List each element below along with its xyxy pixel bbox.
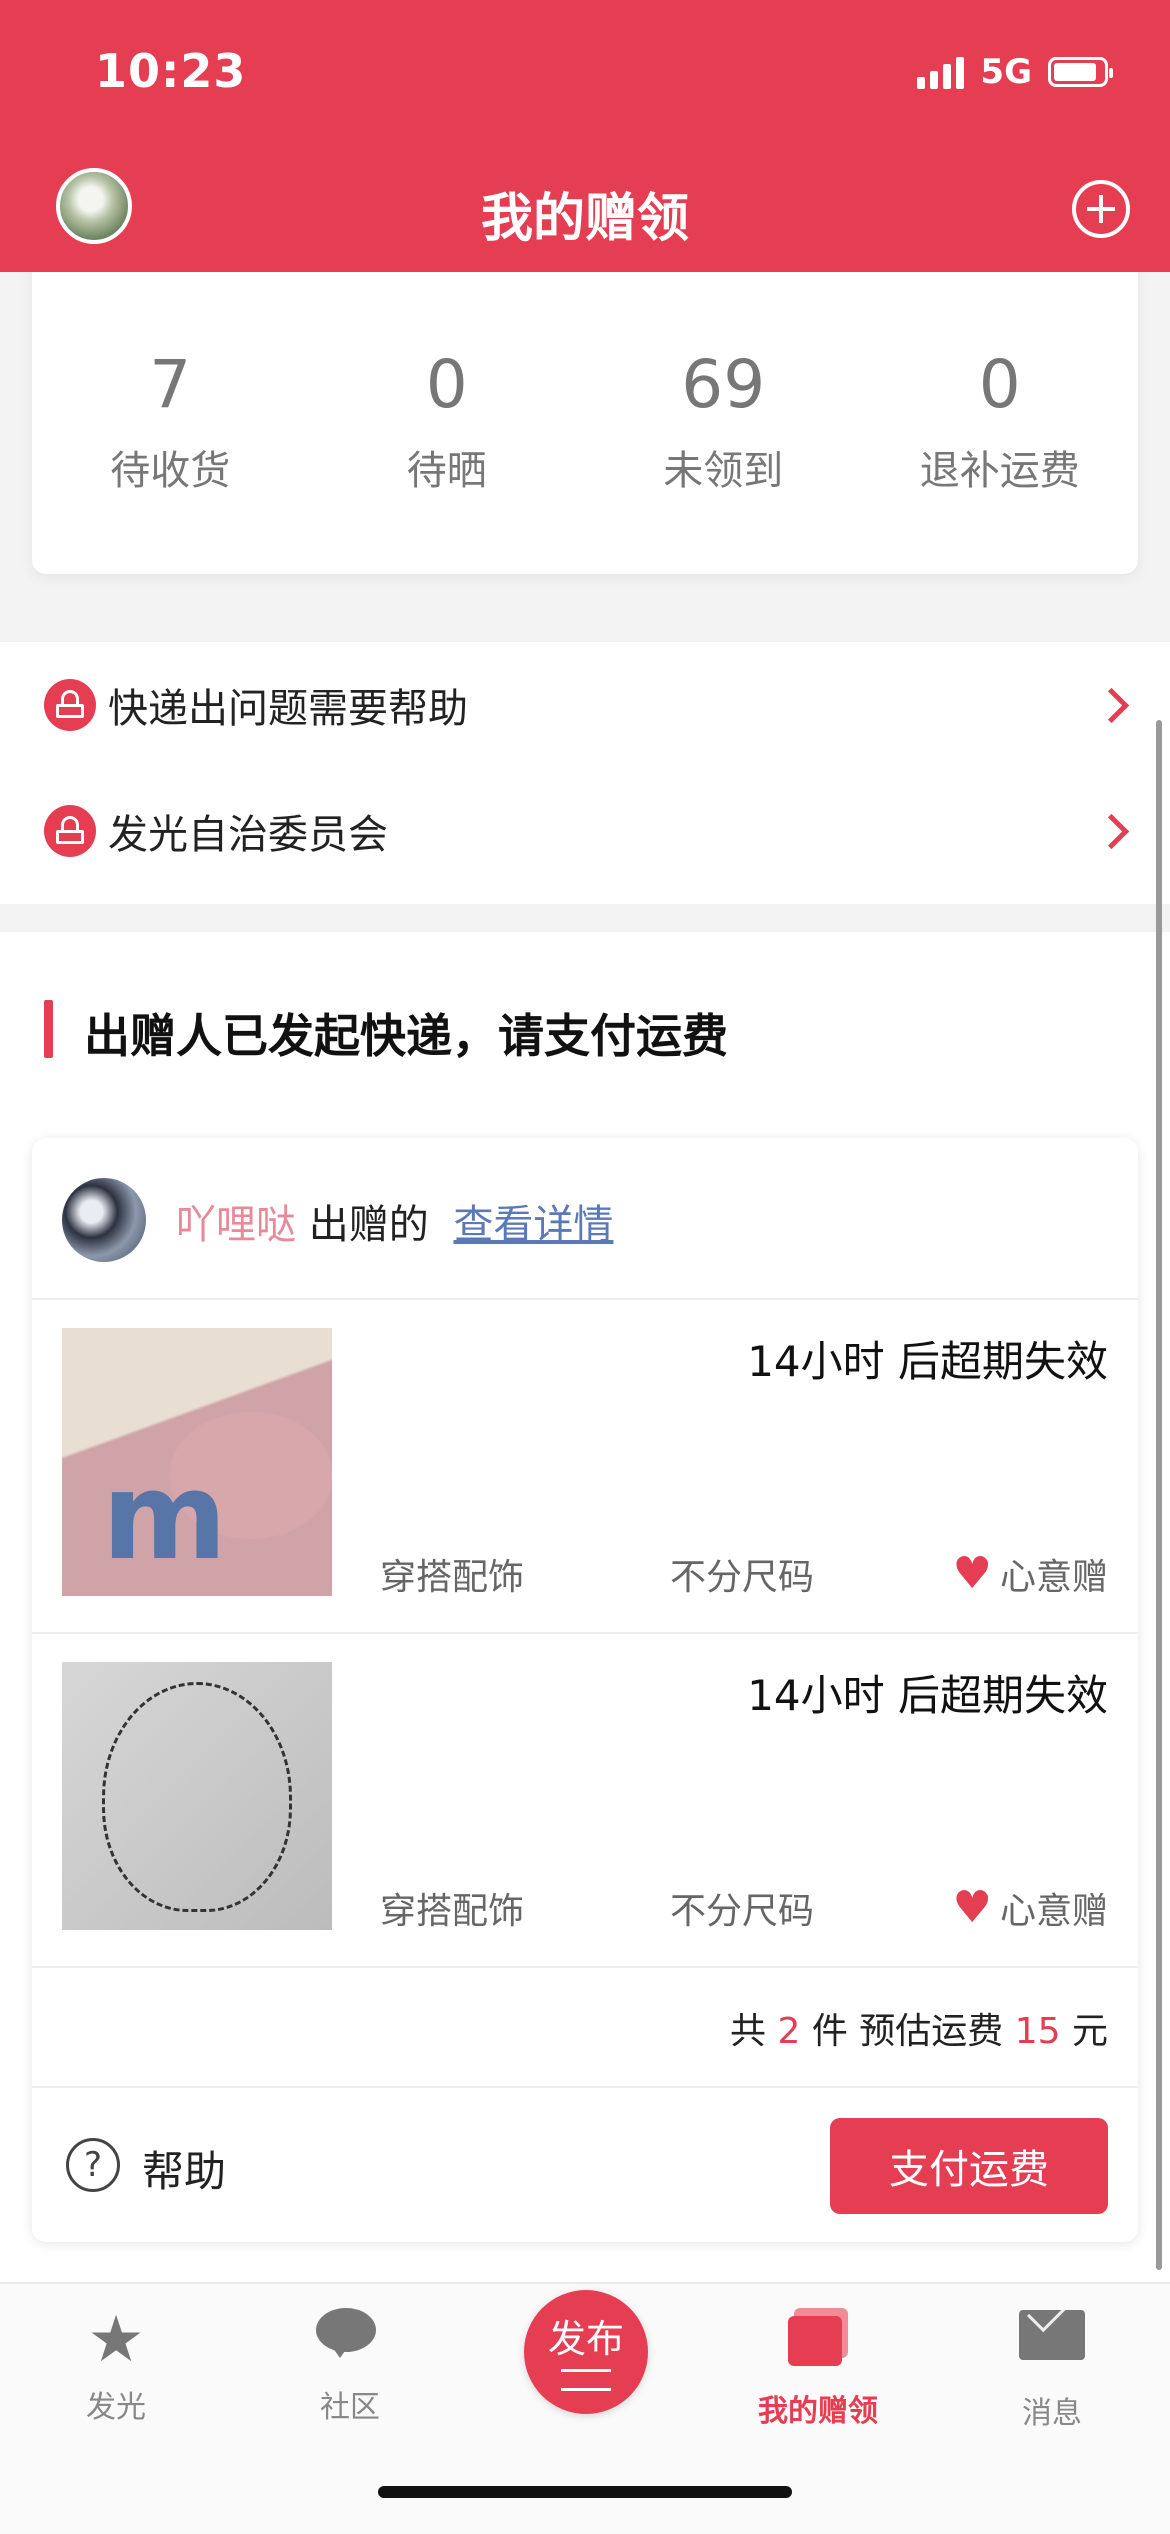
section-title: 出赠人已发起快递，请支付运费 xyxy=(84,1009,728,1063)
status-time: 10:23 xyxy=(95,44,247,98)
order-card: 吖哩哒 出赠的 查看详情 m 14小时 后超期失效 穿搭配饰 不分尺码 ♥ 心意… xyxy=(32,1138,1138,2242)
giver-name[interactable]: 吖哩哒 xyxy=(176,1202,296,1248)
home-indicator xyxy=(378,2486,792,2498)
item-type: ♥ 心意赠 xyxy=(953,1548,1108,1600)
support-icon xyxy=(44,679,96,731)
item-size: 不分尺码 xyxy=(670,1891,815,1932)
menu-lines-icon xyxy=(561,2369,611,2391)
stat-label: 退补运费 xyxy=(919,448,1080,494)
tab-community[interactable]: 社区 xyxy=(260,2304,440,2426)
order-card-header: 吖哩哒 出赠的 查看详情 xyxy=(32,1138,1138,1300)
help-links: 快递出问题需要帮助 发光自治委员会 xyxy=(0,642,1170,904)
order-item[interactable]: m 14小时 后超期失效 穿搭配饰 不分尺码 ♥ 心意赠 xyxy=(32,1298,1138,1634)
view-details-link[interactable]: 查看详情 xyxy=(453,1202,613,1248)
stat-value: 0 xyxy=(425,346,468,423)
stat-pending-share[interactable]: 0 待晒 xyxy=(309,352,586,496)
giver-avatar[interactable] xyxy=(62,1178,146,1262)
mail-icon xyxy=(962,2310,1142,2382)
stat-value: 7 xyxy=(149,346,192,423)
section-accent-bar xyxy=(44,1000,53,1058)
help-link[interactable]: 帮助 xyxy=(142,2138,226,2199)
item-meta: 穿搭配饰 不分尺码 ♥ 心意赠 xyxy=(380,1548,1108,1599)
item-size: 不分尺码 xyxy=(670,1557,815,1598)
status-bar: 10:23 5G xyxy=(0,0,1170,150)
item-meta: 穿搭配饰 不分尺码 ♥ 心意赠 xyxy=(380,1882,1108,1933)
star-icon: ★ xyxy=(87,2303,145,2377)
scrollbar[interactable] xyxy=(1156,720,1162,2270)
tab-label: 社区 xyxy=(320,2390,380,2425)
item-photo xyxy=(62,1662,332,1930)
stats-card: 7 待收货 0 待晒 69 未领到 0 退补运费 xyxy=(32,272,1138,574)
stat-refund-shipping[interactable]: 0 退补运费 xyxy=(862,352,1139,496)
chat-icon xyxy=(260,2304,440,2376)
summary-count-unit: 件 预估运费 xyxy=(811,2011,1004,2052)
item-count: 2 xyxy=(777,2011,801,2052)
add-icon[interactable] xyxy=(1072,180,1130,238)
item-type-label: 心意赠 xyxy=(999,1557,1108,1598)
network-label: 5G xyxy=(980,52,1032,92)
giver-line: 吖哩哒 出赠的 查看详情 xyxy=(176,1192,613,1250)
link-label: 快递出问题需要帮助 xyxy=(108,686,468,732)
order-item[interactable]: 14小时 后超期失效 穿搭配饰 不分尺码 ♥ 心意赠 xyxy=(32,1632,1138,1968)
link-committee[interactable]: 发光自治委员会 xyxy=(0,768,1170,894)
item-type-label: 心意赠 xyxy=(999,1891,1108,1932)
support-icon xyxy=(44,805,96,857)
heart-icon: ♥ xyxy=(952,1882,992,1933)
item-expire: 14小时 后超期失效 xyxy=(747,1671,1108,1720)
item-photo: m xyxy=(62,1328,332,1596)
publish-label: 发布 xyxy=(547,2317,624,2361)
tab-messages[interactable]: 消息 xyxy=(962,2304,1142,2432)
scroll-content[interactable]: 7 待收货 0 待晒 69 未领到 0 退补运费 快递出问题需要帮助 发光自治委… xyxy=(0,272,1170,2282)
fee-unit: 元 xyxy=(1071,2011,1108,2052)
summary-text: 共 2 件 预估运费 15 元 xyxy=(730,2002,1108,2054)
stat-label: 未领到 xyxy=(663,448,784,494)
stat-label: 待收货 xyxy=(110,448,231,494)
stat-value: 69 xyxy=(681,346,766,423)
help-icon[interactable]: ? xyxy=(66,2138,120,2192)
item-type: ♥ 心意赠 xyxy=(953,1882,1108,1934)
battery-icon xyxy=(1048,57,1113,87)
item-category: 穿搭配饰 xyxy=(380,1891,525,1932)
order-card-footer: ? 帮助 支付运费 xyxy=(32,2088,1138,2242)
shipping-fee: 15 xyxy=(1014,2011,1061,2052)
tab-my-gifts[interactable]: 我的赠领 xyxy=(728,2304,908,2430)
pay-shipping-section: 出赠人已发起快递，请支付运费 吖哩哒 出赠的 查看详情 m 14小时 后超期失效… xyxy=(0,932,1170,2282)
tab-label: 消息 xyxy=(1022,2396,1082,2431)
signal-icon xyxy=(917,55,965,89)
page-title: 我的赠领 xyxy=(480,189,689,249)
giver-suffix: 出赠的 xyxy=(308,1202,429,1248)
item-category: 穿搭配饰 xyxy=(380,1557,525,1598)
summary-prefix: 共 xyxy=(729,2011,766,2052)
chevron-right-icon xyxy=(1093,687,1130,723)
stat-not-received[interactable]: 69 未领到 xyxy=(585,352,862,496)
link-label: 发光自治委员会 xyxy=(108,812,388,858)
stat-label: 待晒 xyxy=(406,448,487,494)
gift-box-icon xyxy=(728,2308,908,2380)
link-delivery-help[interactable]: 快递出问题需要帮助 xyxy=(0,642,1170,768)
nav-bar: 我的赠领 xyxy=(0,150,1170,272)
tab-faguang[interactable]: ★ 发光 xyxy=(26,2304,206,2426)
chevron-right-icon xyxy=(1093,813,1130,849)
order-summary: 共 2 件 预估运费 15 元 xyxy=(32,1966,1138,2088)
tab-label: 发光 xyxy=(86,2390,146,2425)
status-indicators: 5G xyxy=(917,52,1113,92)
heart-icon: ♥ xyxy=(952,1548,992,1599)
stat-pending-receive[interactable]: 7 待收货 xyxy=(32,352,309,496)
stat-value: 0 xyxy=(978,346,1021,423)
tab-label: 我的赠领 xyxy=(758,2394,878,2429)
pay-shipping-button[interactable]: 支付运费 xyxy=(830,2118,1108,2214)
item-expire: 14小时 后超期失效 xyxy=(747,1337,1108,1386)
publish-button[interactable]: 发布 xyxy=(524,2290,648,2414)
